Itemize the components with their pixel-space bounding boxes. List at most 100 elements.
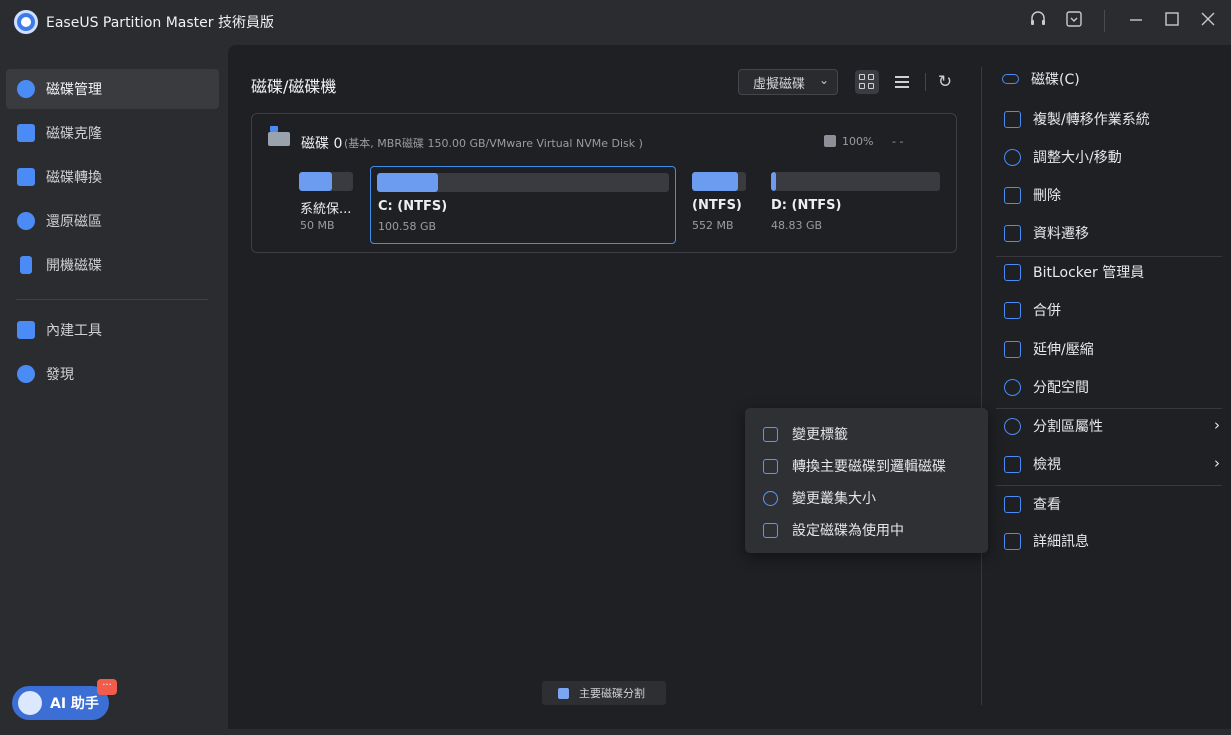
partition-usage-bar — [692, 172, 746, 191]
sidebar-item-disk-convert[interactable]: 磁碟轉換 — [6, 157, 219, 197]
partition-name: C: (NTFS) — [378, 199, 448, 214]
compass-icon — [17, 365, 35, 383]
disk-percent: 100% — [842, 135, 874, 148]
partition-usage-fill — [692, 172, 738, 191]
partition-properties-submenu: 變更標籤 轉換主要磁碟到邏輯磁碟 變更叢集大小 設定磁碟為使用中 — [745, 408, 988, 553]
disk-name: 磁碟 0 — [301, 136, 343, 152]
action-label: 調整大小/移動 — [1033, 150, 1122, 166]
action-separator — [996, 485, 1222, 486]
title-bar: EaseUS Partition Master 技術員版 — [0, 0, 1231, 44]
ai-assistant-button[interactable]: AI 助手 — [12, 686, 109, 720]
sidebar-divider — [16, 299, 208, 300]
toolbar-separator — [925, 73, 926, 91]
disk-icon — [268, 126, 290, 146]
chat-badge-icon: ··· — [97, 679, 117, 695]
grid-view-button[interactable] — [855, 70, 879, 94]
partition-d[interactable]: D: (NTFS) 48.83 GB — [771, 166, 941, 244]
action-label: 刪除 — [1033, 188, 1061, 204]
data-migrate-icon — [1004, 224, 1021, 242]
action-bitlocker[interactable]: BitLocker 管理員 — [1004, 257, 1224, 287]
action-migrate-os[interactable]: 複製/轉移作業系統 — [1004, 104, 1224, 134]
partition-c[interactable]: C: (NTFS) 100.58 GB — [370, 166, 676, 244]
title-bar-separator — [1104, 10, 1105, 32]
menu-item-label: 變更叢集大小 — [792, 491, 876, 507]
partition-usage-bar — [299, 172, 353, 191]
close-icon[interactable] — [1196, 10, 1220, 34]
partition-legend: 主要磁碟分割 — [542, 681, 666, 705]
sidebar-item-discover[interactable]: 發現 — [6, 354, 219, 394]
properties-icon — [1004, 417, 1021, 435]
refresh-icon[interactable]: ↻ — [932, 69, 958, 95]
bitlocker-icon — [1004, 263, 1021, 281]
sidebar-item-label: 內建工具 — [46, 323, 102, 339]
partition-name: 系統保... — [300, 202, 352, 217]
action-label: 延伸/壓縮 — [1033, 342, 1094, 358]
explore-icon — [1004, 495, 1021, 513]
page-title: 磁碟/磁碟機 — [251, 77, 337, 96]
partition-recovery[interactable]: (NTFS) 552 MB — [692, 166, 748, 244]
migrate-os-icon — [1004, 110, 1021, 128]
menu-dropdown-icon[interactable] — [1062, 10, 1086, 34]
action-label: 檢視 — [1033, 457, 1061, 473]
action-explore[interactable]: 查看 — [1004, 489, 1224, 519]
action-data-migrate[interactable]: 資料遷移 — [1004, 218, 1224, 248]
menu-item-label: 設定磁碟為使用中 — [792, 523, 904, 539]
list-view-button[interactable] — [890, 70, 914, 94]
maximize-icon[interactable] — [1160, 10, 1184, 34]
sidebar: 磁碟管理 磁碟克隆 磁碟轉換 還原磁區 開機磁碟 內建工具 發現 — [0, 44, 226, 735]
partition-name: D: (NTFS) — [771, 198, 842, 213]
extend-icon — [1004, 340, 1021, 358]
action-details[interactable]: 詳細訊息 — [1004, 526, 1224, 556]
partition-usage-fill — [299, 172, 333, 191]
usb-drive-icon — [20, 256, 32, 274]
sidebar-item-label: 開機磁碟 — [46, 258, 102, 274]
partition-usage-bar — [771, 172, 940, 191]
action-extend-shrink[interactable]: 延伸/壓縮 — [1004, 334, 1224, 364]
partition-size: 552 MB — [692, 219, 734, 232]
sidebar-item-label: 還原磁區 — [46, 214, 102, 230]
menu-item-convert-to-logical[interactable]: 轉換主要磁碟到邏輯磁碟 — [763, 453, 946, 479]
resize-icon — [1004, 148, 1021, 166]
sidebar-item-disk-clone[interactable]: 磁碟克隆 — [6, 113, 219, 153]
action-delete[interactable]: 刪除 — [1004, 180, 1224, 210]
chevron-right-icon: › — [1214, 416, 1220, 434]
action-partition-properties[interactable]: 分割區屬性 › — [1004, 411, 1224, 441]
minimize-icon[interactable] — [1124, 10, 1148, 34]
legend-swatch — [558, 687, 569, 699]
action-merge[interactable]: 合併 — [1004, 295, 1224, 325]
partition-size: 48.83 GB — [771, 219, 823, 232]
menu-item-change-label[interactable]: 變更標籤 — [763, 421, 848, 447]
partition-usage-fill — [771, 172, 777, 191]
app-title: EaseUS Partition Master 技術員版 — [46, 15, 274, 31]
sidebar-item-label: 磁碟管理 — [46, 82, 102, 98]
trash-icon — [1004, 186, 1021, 204]
menu-item-label: 變更標籤 — [792, 427, 848, 443]
convert-icon — [17, 168, 35, 186]
sidebar-item-boot-disk[interactable]: 開機磁碟 — [6, 245, 219, 285]
action-header-label: 磁碟(C) — [1031, 72, 1080, 88]
drive-icon — [1002, 74, 1019, 84]
partition-system-reserved[interactable]: 系統保... 50 MB — [299, 166, 355, 244]
sidebar-item-partition-recovery[interactable]: 還原磁區 — [6, 201, 219, 241]
action-resize-move[interactable]: 調整大小/移動 — [1004, 142, 1224, 172]
partition-size: 100.58 GB — [378, 220, 437, 233]
partition-size: 50 MB — [300, 219, 335, 232]
legend-label: 主要磁碟分割 — [579, 687, 645, 700]
disk-card[interactable]: 磁碟 0 (基本, MBR磁碟 150.00 GB/VMware Virtual… — [251, 113, 957, 253]
menu-item-change-cluster-size[interactable]: 變更叢集大小 — [763, 485, 876, 511]
toolbox-icon — [17, 321, 35, 339]
tag-icon — [763, 426, 778, 442]
action-check[interactable]: 檢視 › — [1004, 449, 1224, 479]
ai-assistant-label: AI 助手 — [50, 696, 99, 712]
allocate-icon — [1004, 378, 1021, 396]
action-allocate-space[interactable]: 分配空間 — [1004, 372, 1224, 402]
headset-icon[interactable] — [1026, 10, 1050, 34]
check-icon — [1004, 455, 1021, 473]
action-panel-divider — [981, 67, 982, 705]
virtual-disk-dropdown[interactable]: 虛擬磁碟 ⌄ — [738, 69, 838, 95]
sidebar-item-toolkit[interactable]: 內建工具 — [6, 310, 219, 350]
menu-item-set-active[interactable]: 設定磁碟為使用中 — [763, 517, 904, 543]
action-label: 分配空間 — [1033, 380, 1089, 396]
virtual-disk-label: 虛擬磁碟 — [753, 76, 806, 92]
sidebar-item-disk-management[interactable]: 磁碟管理 — [6, 69, 219, 109]
